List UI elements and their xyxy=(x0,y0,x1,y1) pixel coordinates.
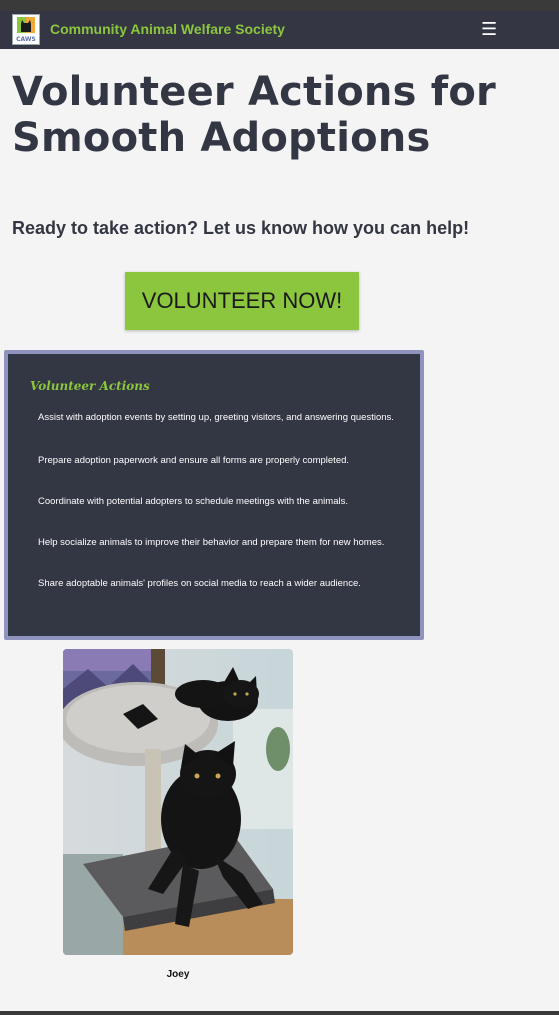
volunteer-actions-title: Volunteer Actions xyxy=(30,379,150,393)
pet-photo[interactable] xyxy=(63,649,293,955)
volunteer-actions-panel: Volunteer Actions Assist with adoption e… xyxy=(4,350,424,640)
list-item: Coordinate with potential adopters to sc… xyxy=(38,496,348,507)
list-item: Share adoptable animals' profiles on soc… xyxy=(38,578,361,589)
list-item: Prepare adoption paperwork and ensure al… xyxy=(38,455,350,466)
call-to-action-text: Ready to take action? Let us know how yo… xyxy=(12,218,470,238)
cat-logo-icon xyxy=(17,17,35,33)
cat-photo-illustration xyxy=(63,649,293,955)
hamburger-menu-icon[interactable]: ☰ xyxy=(481,20,497,38)
pet-name-caption[interactable]: Joey xyxy=(63,969,293,980)
caws-logo[interactable]: CAWS xyxy=(12,14,40,45)
page-title: Volunteer Actions for Smooth Adoptions xyxy=(12,69,496,161)
bottom-strip xyxy=(0,1011,559,1015)
navbar: CAWS Community Animal Welfare Society ☰ xyxy=(0,11,559,49)
browser-top-strip xyxy=(0,0,559,11)
list-item: Help socialize animals to improve their … xyxy=(38,537,385,548)
list-item: Assist with adoption events by setting u… xyxy=(38,412,394,423)
site-name[interactable]: Community Animal Welfare Society xyxy=(50,21,285,37)
volunteer-now-button[interactable]: VOLUNTEER NOW! xyxy=(125,272,359,330)
logo-text: CAWS xyxy=(16,36,36,43)
